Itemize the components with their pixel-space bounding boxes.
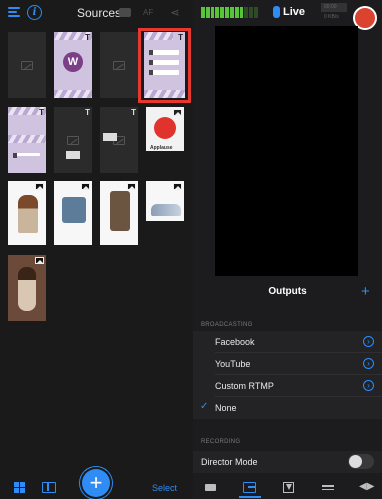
menu-icon[interactable] [8,5,22,21]
text-badge: T [39,108,44,117]
output-row-facebook[interactable]: Facebook › [193,331,382,353]
bottom-tab-bar: ◀▶ [193,476,382,499]
sliders-icon[interactable] [322,483,334,493]
outputs-panel: Live 00:00 0 KB/s Outputs + BROADCASTING… [193,0,382,499]
microphone-icon[interactable] [273,6,280,18]
source-thumb-dark-template-1[interactable]: T [54,107,92,173]
highlight-box [138,28,191,103]
output-row-label: None [215,403,237,413]
source-thumb-empty-2[interactable] [100,32,138,98]
af-button[interactable]: AF [143,8,153,17]
audio-icon[interactable]: ◀▶ [359,481,374,493]
checkmark-icon: ✓ [200,401,209,412]
applause-logo [154,117,176,139]
select-button[interactable]: Select [152,483,177,493]
live-label: Live [283,6,306,18]
add-source-button[interactable]: + [82,469,110,497]
placeholder-icon [21,61,33,70]
info-icon[interactable]: i [27,5,42,20]
sticker [103,133,117,141]
sticker [66,151,80,159]
recording-section-label: RECORDING [201,439,241,445]
photo-subject [18,195,38,233]
placeholder-icon [113,61,125,70]
output-row-custom-rtmp[interactable]: Custom RTMP › [193,375,382,397]
audio-badge-icon [173,109,182,116]
photo-subject [18,267,36,311]
director-mode-row: Director Mode [193,451,382,473]
source-thumb-w-template[interactable]: T W [54,32,92,98]
grid-view-icon[interactable] [14,482,25,493]
stats-rate: 0 KB/s [324,14,339,20]
director-mode-label: Director Mode [201,457,258,467]
image-badge-icon [127,183,136,190]
output-icon[interactable] [243,482,256,493]
chevron-right-icon[interactable]: › [363,336,374,347]
image-badge-icon [35,183,44,190]
wave-decoration [54,90,92,98]
source-thumb-photo-portrait[interactable] [8,255,46,321]
output-row-none[interactable]: ✓ None [193,397,382,419]
audio-level-meter [201,7,258,18]
text-badge: T [131,108,136,117]
chevron-right-icon[interactable]: › [363,358,374,369]
stream-stats: 00:00 0 KB/s [309,3,349,23]
source-thumb-lavender-template[interactable]: T [8,107,46,173]
output-row-youtube[interactable]: YouTube › [193,353,382,375]
source-thumb-photo-shoes[interactable] [146,181,184,221]
live-preview [215,26,358,276]
source-thumb-applause[interactable]: Applause [146,107,184,151]
wave-decoration [8,135,46,143]
video-camera-icon[interactable] [205,484,216,491]
photo-subject [62,197,86,223]
source-thumb-dark-template-2[interactable]: T [100,107,138,173]
sources-header: i Sources AF ⋖ [0,0,193,26]
w-logo: W [63,52,83,72]
applause-label: Applause [150,145,173,151]
photo-subject [151,204,181,216]
output-row-label: Facebook [215,337,255,347]
active-tab-indicator [239,496,261,498]
broadcasting-section-label: BROADCASTING [201,322,253,328]
source-thumb-empty-1[interactable] [8,32,46,98]
outputs-title: Outputs [268,286,307,297]
placeholder-icon [67,136,79,145]
text-badge: T [85,108,90,117]
photo-subject [110,191,130,231]
template-row [13,153,40,158]
source-thumb-photo-jacket[interactable] [54,181,92,245]
image-badge-icon [173,183,182,190]
image-badge-icon [81,183,90,190]
output-row-label: Custom RTMP [215,381,274,391]
camera-icon[interactable] [119,8,131,17]
layout-icon[interactable] [42,482,56,493]
source-thumb-photo-coat[interactable] [100,181,138,245]
sources-title: Sources [77,6,122,20]
share-icon[interactable]: ⋖ [170,6,180,19]
source-thumb-photo-woman[interactable] [8,181,46,245]
chevron-right-icon[interactable]: › [363,380,374,391]
transition-icon[interactable] [283,482,294,493]
output-row-label: YouTube [215,359,251,369]
stats-time: 00:00 [324,4,337,10]
add-output-button[interactable]: + [361,283,370,300]
image-badge-icon [35,257,44,264]
director-mode-toggle[interactable] [348,454,374,469]
text-badge: T [85,33,90,42]
